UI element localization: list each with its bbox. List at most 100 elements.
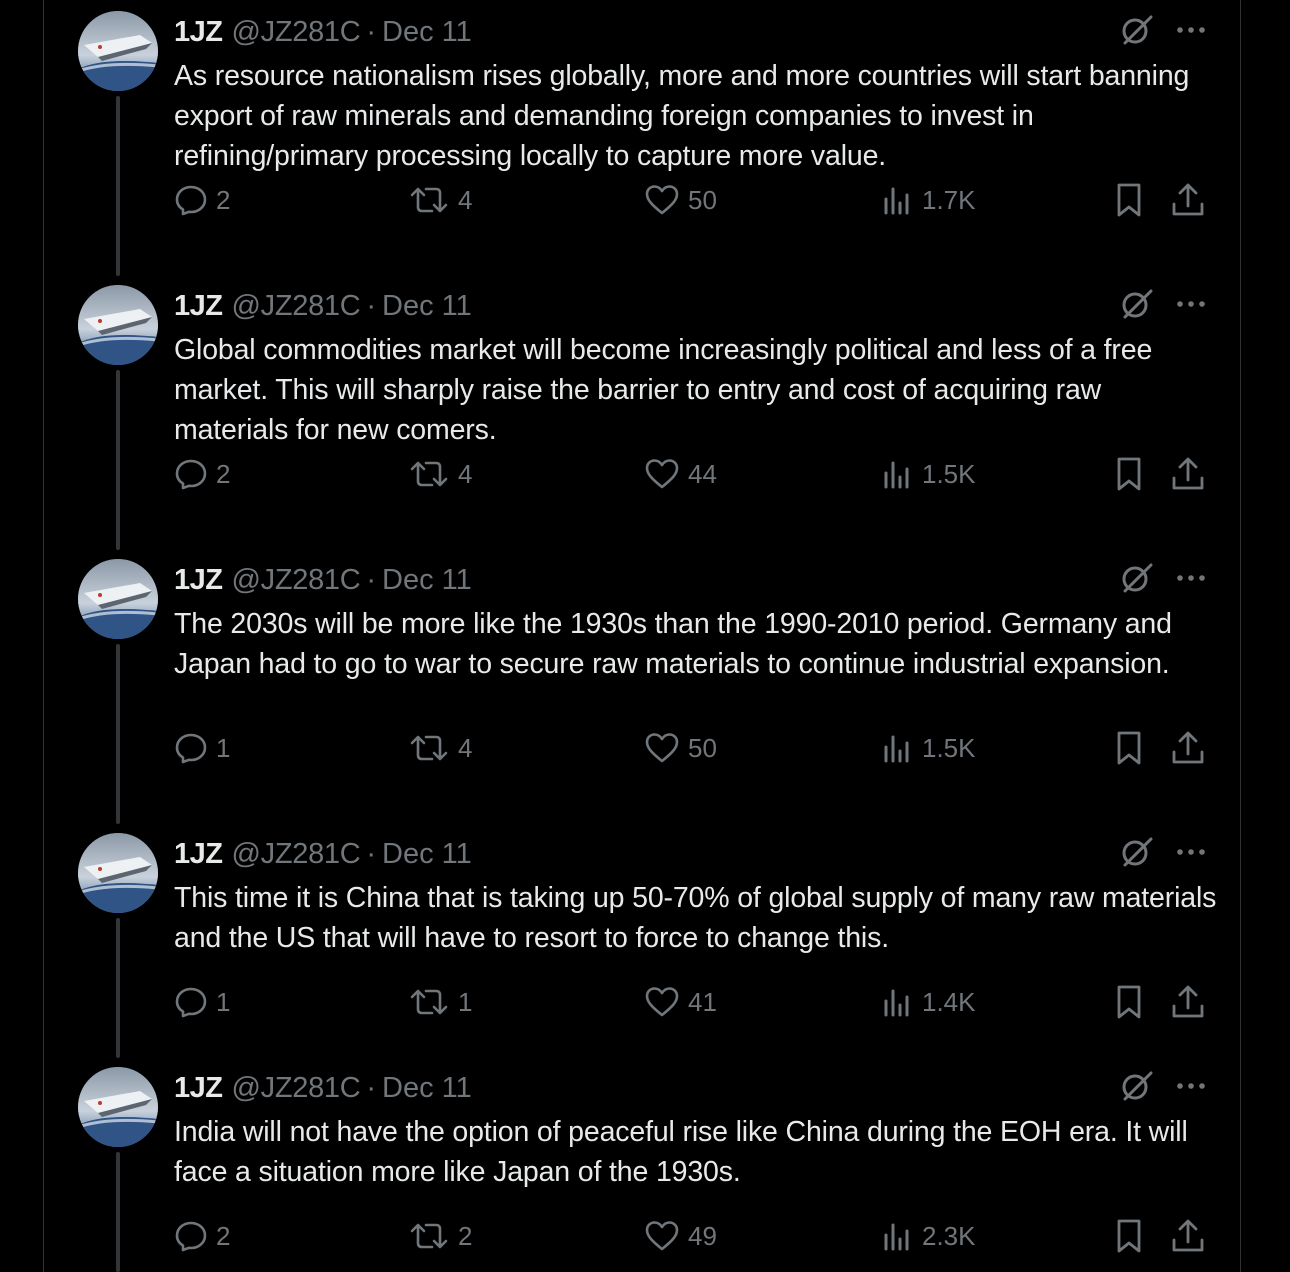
post-date[interactable]: Dec 11 — [382, 1072, 472, 1105]
grok-icon[interactable] — [1120, 835, 1154, 869]
like-button[interactable]: 41 — [644, 982, 717, 1022]
grok-icon[interactable] — [1120, 13, 1154, 47]
like-count: 44 — [688, 458, 717, 489]
retweet-button[interactable]: 4 — [408, 728, 472, 768]
separator-dot: · — [366, 837, 377, 870]
retweet-count: 1 — [458, 986, 473, 1017]
bookmark-button[interactable] — [1112, 1216, 1146, 1256]
post-date[interactable]: Dec 11 — [382, 290, 472, 323]
bookmark-icon — [1117, 731, 1141, 765]
share-button[interactable] — [1170, 982, 1206, 1022]
share-icon — [1172, 1219, 1204, 1252]
more-options-icon[interactable] — [1174, 565, 1208, 591]
reply-button[interactable]: 1 — [174, 982, 230, 1022]
separator-dot: · — [366, 1071, 377, 1104]
display-name[interactable]: 1JZ — [174, 564, 223, 597]
tweet-header: 1JZ @JZ281C · Dec 11 — [174, 834, 472, 874]
bookmark-icon — [1117, 457, 1141, 491]
reply-count: 2 — [216, 184, 231, 215]
tweet-actions: 2 4 50 1.7K — [174, 180, 1214, 220]
user-handle[interactable]: @JZ281C — [231, 838, 360, 871]
retweet-button[interactable]: 2 — [408, 1216, 472, 1256]
bookmark-button[interactable] — [1112, 454, 1146, 494]
like-button[interactable]: 49 — [644, 1216, 717, 1256]
user-handle[interactable]: @JZ281C — [231, 290, 360, 323]
reply-icon — [175, 733, 207, 764]
views-button[interactable]: 1.7K — [880, 180, 976, 220]
tweet-text: India will not have the option of peacef… — [174, 1116, 1188, 1188]
reply-button[interactable]: 2 — [174, 1216, 230, 1256]
tweet-text: The 2030s will be more like the 1930s th… — [174, 608, 1172, 680]
views-button[interactable]: 1.4K — [880, 982, 976, 1022]
display-name[interactable]: 1JZ — [174, 838, 223, 871]
avatar[interactable] — [78, 11, 158, 91]
reply-count: 2 — [216, 458, 231, 489]
avatar[interactable] — [78, 1067, 158, 1147]
more-options-icon[interactable] — [1174, 1073, 1208, 1099]
timeline-column: 1JZ @JZ281C · Dec 11 As resource nationa… — [43, 0, 1241, 1272]
views-chart-icon — [884, 187, 909, 215]
avatar[interactable] — [78, 559, 158, 639]
display-name[interactable]: 1JZ — [174, 1072, 223, 1105]
like-button[interactable]: 44 — [644, 454, 717, 494]
like-button[interactable]: 50 — [644, 728, 717, 768]
reply-count: 1 — [216, 732, 231, 763]
post-date[interactable]: Dec 11 — [382, 564, 472, 597]
view-count: 1.5K — [922, 458, 976, 489]
share-button[interactable] — [1170, 180, 1206, 220]
bookmark-icon — [1117, 183, 1141, 217]
like-count: 50 — [688, 184, 717, 215]
display-name[interactable]: 1JZ — [174, 16, 223, 49]
avatar[interactable] — [78, 285, 158, 365]
bookmark-button[interactable] — [1112, 982, 1146, 1022]
tweet-header: 1JZ @JZ281C · Dec 11 — [174, 560, 472, 600]
reply-icon — [175, 987, 207, 1018]
grok-icon[interactable] — [1120, 287, 1154, 321]
heart-icon — [645, 987, 679, 1017]
share-button[interactable] — [1170, 454, 1206, 494]
views-chart-icon — [884, 461, 909, 489]
post-date[interactable]: Dec 11 — [382, 16, 472, 49]
tweet-actions: 2 4 44 1.5K — [174, 454, 1214, 494]
user-handle[interactable]: @JZ281C — [231, 564, 360, 597]
reply-button[interactable]: 2 — [174, 454, 230, 494]
reply-button[interactable]: 2 — [174, 180, 230, 220]
like-button[interactable]: 50 — [644, 180, 717, 220]
retweet-icon — [410, 735, 448, 761]
more-options-icon[interactable] — [1174, 839, 1208, 865]
user-handle[interactable]: @JZ281C — [231, 16, 360, 49]
post-date[interactable]: Dec 11 — [382, 838, 472, 871]
share-button[interactable] — [1170, 1216, 1206, 1256]
like-count: 50 — [688, 732, 717, 763]
views-button[interactable]: 1.5K — [880, 454, 976, 494]
user-handle[interactable]: @JZ281C — [231, 1072, 360, 1105]
retweet-button[interactable]: 4 — [408, 454, 472, 494]
more-options-icon[interactable] — [1174, 291, 1208, 317]
reply-icon — [175, 185, 207, 216]
separator-dot: · — [366, 563, 377, 596]
avatar[interactable] — [78, 833, 158, 913]
views-button[interactable]: 1.5K — [880, 728, 976, 768]
share-icon — [1172, 457, 1204, 490]
share-icon — [1172, 731, 1204, 764]
retweet-button[interactable]: 1 — [408, 982, 472, 1022]
grok-icon[interactable] — [1120, 561, 1154, 595]
separator-dot: · — [366, 289, 377, 322]
retweet-button[interactable]: 4 — [408, 180, 472, 220]
display-name[interactable]: 1JZ — [174, 290, 223, 323]
retweet-icon — [410, 989, 448, 1015]
more-options-icon[interactable] — [1174, 17, 1208, 43]
share-icon — [1172, 183, 1204, 216]
retweet-icon — [410, 187, 448, 213]
views-chart-icon — [884, 1223, 909, 1251]
views-button[interactable]: 2.3K — [880, 1216, 976, 1256]
bookmark-button[interactable] — [1112, 728, 1146, 768]
reply-button[interactable]: 1 — [174, 728, 230, 768]
bookmark-button[interactable] — [1112, 180, 1146, 220]
tweet-actions: 1 4 50 1.5K — [174, 728, 1214, 768]
view-count: 2.3K — [922, 1220, 976, 1251]
grok-icon[interactable] — [1120, 1069, 1154, 1103]
thread-line — [116, 918, 120, 1058]
share-icon — [1172, 985, 1204, 1018]
share-button[interactable] — [1170, 728, 1206, 768]
